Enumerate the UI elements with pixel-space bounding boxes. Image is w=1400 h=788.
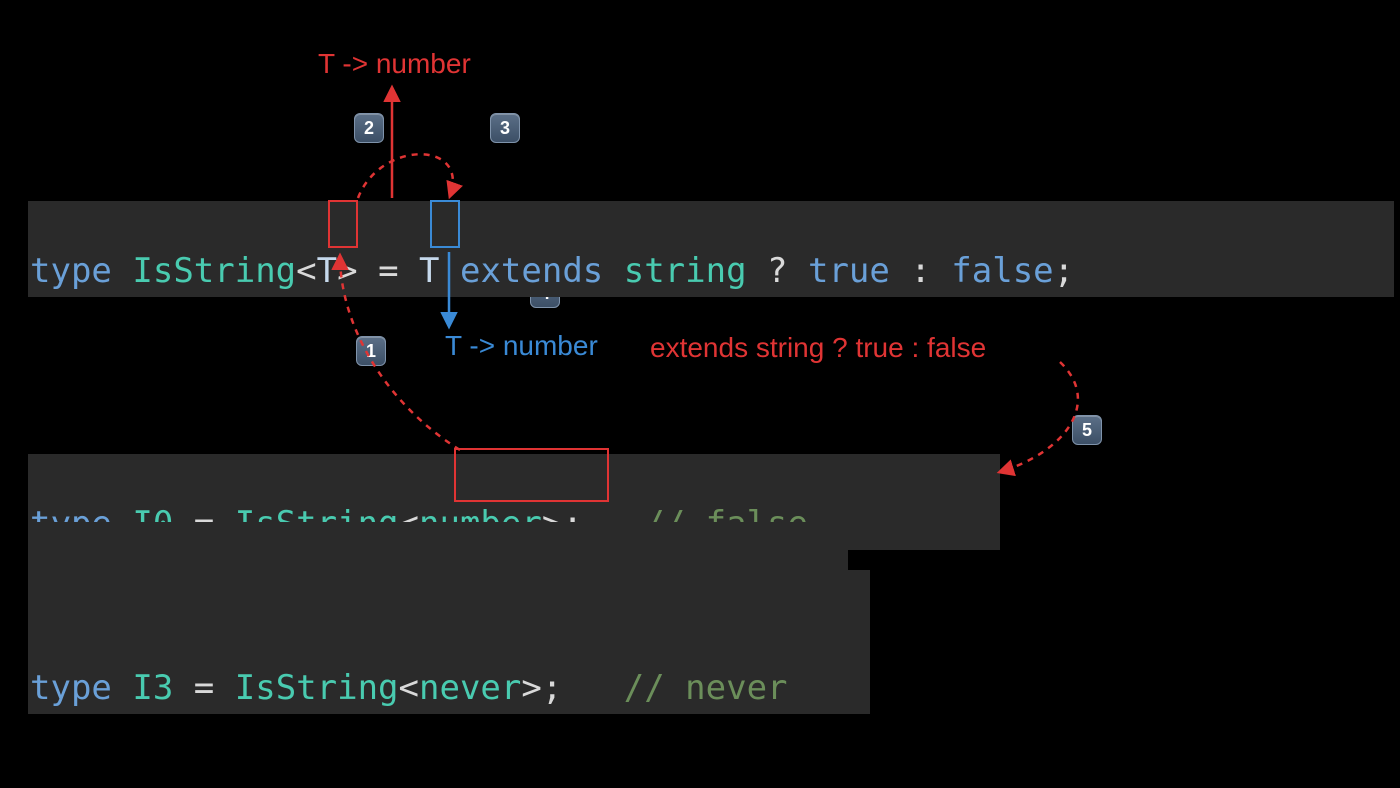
tok-gt: >: [521, 668, 541, 708]
tok-colon: :: [890, 251, 951, 291]
tok-name: I3: [132, 668, 173, 708]
tok-question: ?: [747, 251, 808, 291]
tok-angle-open: <: [296, 251, 316, 291]
tok-type-check: T: [419, 251, 439, 291]
tok-angle-close: >: [337, 251, 357, 291]
tok-type-param: T: [317, 251, 337, 291]
tok-comment: // never: [624, 668, 788, 708]
annotation-substitution-top: T -> number: [318, 48, 471, 80]
highlight-box-param-T: [328, 200, 358, 248]
code-line-i3: type I3 = IsString<never>; // never: [28, 618, 870, 714]
step-badge-5: 5: [1072, 415, 1102, 445]
tok-semi: ;: [542, 668, 562, 708]
tok-semicolon: ;: [1054, 251, 1074, 291]
arrow-step5: [1000, 362, 1078, 472]
highlight-box-check-T: [430, 200, 460, 248]
step-badge-2: 2: [354, 113, 384, 143]
tok-keyword-type: type: [30, 251, 112, 291]
arrow-step3: [358, 154, 453, 198]
tok-call: IsString: [235, 668, 399, 708]
tok-string-type: string: [624, 251, 747, 291]
tok-eq: =: [358, 251, 419, 291]
tok-eq: =: [173, 668, 234, 708]
tok-arg-never: never: [419, 668, 521, 708]
tok-lt: <: [399, 668, 419, 708]
step-badge-3: 3: [490, 113, 520, 143]
tok-keyword-extends: extends: [440, 251, 624, 291]
diagram-stage: T -> number 2 3 1 4 5 type IsString<T> =…: [0, 0, 1400, 788]
annotation-expansion-red: extends string ? true : false: [650, 332, 986, 364]
tok-false: false: [951, 251, 1053, 291]
tok-space: [562, 668, 623, 708]
step-badge-1: 1: [356, 336, 386, 366]
highlight-box-arg-number: [454, 448, 609, 502]
tok-kw: type: [30, 668, 112, 708]
annotation-substitution-blue: T -> number: [445, 330, 598, 362]
tok-true: true: [808, 251, 890, 291]
tok-type-name: IsString: [132, 251, 296, 291]
code-line-definition: type IsString<T> = T extends string ? tr…: [28, 201, 1394, 297]
